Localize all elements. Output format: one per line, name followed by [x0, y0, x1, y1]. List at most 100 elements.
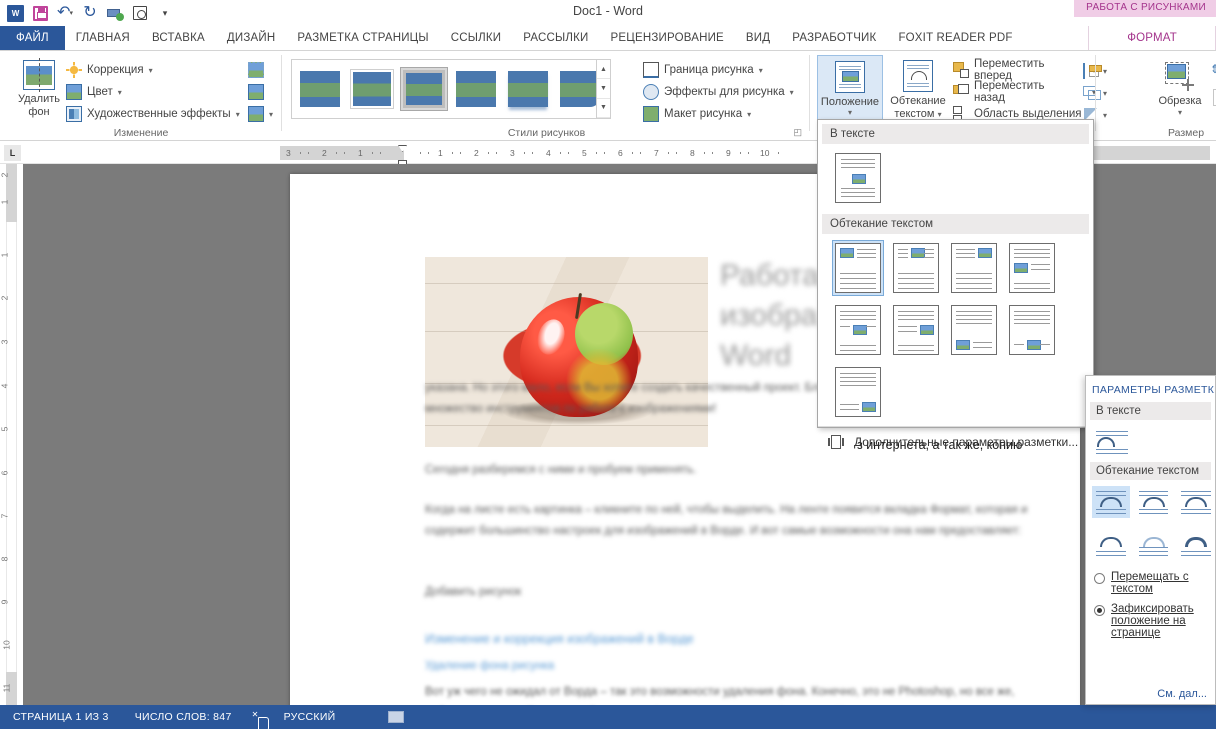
position-wrap-option-4[interactable] [1006, 240, 1058, 296]
layout-panel-inline-row [1086, 420, 1215, 462]
gallery-scroll-buttons[interactable]: ▲ ▼ ▼ [596, 59, 611, 119]
position-wrap-option-8[interactable] [1006, 302, 1058, 358]
picture-effects-icon [643, 84, 659, 100]
align-objects-icon[interactable] [1083, 63, 1102, 79]
tab-review[interactable]: РЕЦЕНЗИРОВАНИЕ [600, 26, 735, 50]
bring-forward-button[interactable]: Переместить вперед ▾ [953, 58, 1096, 82]
fix-position-label: Зафиксировать положение на странице [1111, 603, 1194, 639]
crop-icon [1165, 62, 1195, 92]
position-wrap-option-9[interactable] [832, 364, 884, 420]
document-title: Doc1 - Word [573, 4, 643, 18]
picture-border-button[interactable]: Граница рисунка ▾ [643, 59, 794, 81]
ruler-tick: 9 [726, 148, 731, 158]
ruler-tick: 4 [546, 148, 551, 158]
artistic-effects-label: Художественные эффекты [87, 108, 231, 120]
picture-style-5[interactable] [504, 67, 552, 111]
tab-developer[interactable]: РАЗРАБОТЧИК [781, 26, 887, 50]
more-layout-options-menu-item[interactable]: Дополнительные параметры разметки... [818, 429, 1093, 455]
chevron-down-icon: ▾ [269, 109, 274, 119]
status-word-count[interactable]: ЧИСЛО СЛОВ: 847 [122, 711, 245, 723]
artistic-effects-button[interactable]: Художественные эффекты ▾ [66, 103, 240, 125]
ruler-tick: 8 [690, 148, 695, 158]
layout-wrap-option-5[interactable] [1135, 528, 1173, 560]
status-language[interactable]: РУССКИЙ [271, 711, 349, 723]
position-wrap-option-1-selected[interactable] [832, 240, 884, 296]
layout-options-panel[interactable]: ПАРАМЕТРЫ РАЗМЕТКИ В тексте Обтекание те… [1085, 375, 1216, 705]
layout-wrap-option-6[interactable] [1177, 528, 1215, 560]
document-paragraph: Добавить рисунок [425, 586, 522, 598]
ruler-tick: 10 [760, 148, 770, 158]
tab-view[interactable]: ВИД [735, 26, 781, 50]
position-inline-option-1[interactable] [832, 150, 884, 206]
gallery-more-icon[interactable]: ▼ [597, 99, 610, 118]
picture-effects-button[interactable]: Эффекты для рисунка ▾ [643, 81, 794, 103]
tab-mailings[interactable]: РАССЫЛКИ [512, 26, 599, 50]
picture-style-1[interactable] [296, 67, 344, 111]
corrections-button[interactable]: Коррекция ▾ [66, 59, 240, 81]
chevron-down-icon[interactable]: ▾ [1103, 89, 1107, 98]
move-with-text-radio[interactable] [1094, 573, 1105, 584]
chevron-down-icon[interactable]: ▾ [1103, 111, 1107, 120]
compress-pictures-button[interactable] [248, 59, 273, 81]
tab-stop-selector[interactable]: L [4, 145, 21, 161]
macro-recording-icon[interactable] [388, 711, 404, 723]
vertical-ruler[interactable]: 2 1 1 2 3 4 5 6 7 8 9 10 11 [0, 164, 23, 705]
wrap-text-button[interactable]: Обтекание текстом ▾ [887, 55, 949, 121]
position-dropdown-menu[interactable]: В тексте Обтекание текстом Дополнительны… [817, 119, 1094, 449]
layout-inline-option-1[interactable] [1092, 426, 1132, 458]
layout-wrap-option-1-selected[interactable] [1092, 486, 1130, 518]
shape-width-field[interactable] [1210, 87, 1216, 107]
crop-button[interactable]: Обрезка ▾ [1154, 57, 1206, 117]
vruler-tick: 1 [0, 199, 10, 205]
position-icon [835, 61, 865, 93]
position-wrap-option-7[interactable] [948, 302, 1000, 358]
position-wrap-option-5[interactable] [832, 302, 884, 358]
remove-background-button[interactable]: Удалить фон [8, 55, 70, 119]
layout-wrap-option-4[interactable] [1092, 528, 1130, 560]
layout-wrap-option-2[interactable] [1135, 486, 1173, 518]
tab-references[interactable]: ССЫЛКИ [440, 26, 513, 50]
reset-picture-button[interactable]: ▾ [248, 103, 273, 125]
ribbon-group-size: Обрезка ▾ Размер [1134, 51, 1216, 141]
document-link[interactable]: Удаление фона рисунка [425, 660, 1045, 672]
gallery-scroll-down-icon[interactable]: ▼ [597, 79, 610, 99]
picture-styles-dialog-launcher[interactable]: ◰ [793, 127, 802, 138]
move-with-text-radio-row[interactable]: Перемещать с текстом [1086, 564, 1215, 596]
reset-picture-icon [248, 106, 264, 122]
tab-foxit-reader-pdf[interactable]: FOXIT READER PDF [887, 26, 1023, 50]
tab-format[interactable]: ФОРМАТ [1088, 26, 1216, 50]
fix-position-radio[interactable] [1094, 605, 1105, 616]
position-wrap-option-3[interactable] [948, 240, 1000, 296]
tab-design[interactable]: ДИЗАЙН [216, 26, 286, 50]
position-button[interactable]: Положение ▾ [817, 55, 883, 129]
bring-forward-icon [953, 62, 969, 78]
picture-layout-button[interactable]: Макет рисунка ▾ [643, 103, 794, 125]
color-button[interactable]: Цвет ▾ [66, 81, 240, 103]
change-picture-button[interactable] [248, 81, 273, 103]
status-page-indicator[interactable]: СТРАНИЦА 1 ИЗ 3 [0, 711, 122, 723]
chevron-down-icon[interactable]: ▾ [1103, 67, 1107, 76]
chevron-down-icon: ▾ [789, 87, 794, 97]
picture-style-2[interactable] [348, 67, 396, 111]
position-wrap-option-6[interactable] [890, 302, 942, 358]
tab-home[interactable]: ГЛАВНАЯ [65, 26, 141, 50]
picture-style-3-selected[interactable] [400, 67, 448, 111]
position-wrap-option-2[interactable] [890, 240, 942, 296]
contextual-tab-group-label: РАБОТА С РИСУНКАМИ [1074, 0, 1216, 17]
fix-position-radio-row[interactable]: Зафиксировать положение на странице [1086, 596, 1215, 640]
send-backward-button[interactable]: Переместить назад ▾ [953, 80, 1096, 104]
tab-page-layout[interactable]: РАЗМЕТКА СТРАНИЦЫ [286, 26, 439, 50]
picture-style-4[interactable] [452, 67, 500, 111]
picture-styles-gallery[interactable]: ▲ ▼ ▼ [291, 59, 611, 119]
first-line-indent-marker[interactable] [398, 145, 407, 152]
document-link[interactable]: Изменение и коррекция изображений в Ворд… [425, 632, 1045, 646]
color-icon [66, 84, 82, 100]
layout-wrap-option-3[interactable] [1177, 486, 1215, 518]
gallery-scroll-up-icon[interactable]: ▲ [597, 60, 610, 80]
see-more-link[interactable]: См. дал... [1157, 688, 1207, 700]
layout-options-panel-title: ПАРАМЕТРЫ РАЗМЕТКИ [1092, 384, 1216, 396]
tab-file[interactable]: ФАЙЛ [0, 26, 65, 50]
group-objects-icon[interactable] [1083, 85, 1101, 101]
tab-insert[interactable]: ВСТАВКА [141, 26, 216, 50]
send-backward-label: Переместить назад [974, 80, 1045, 104]
